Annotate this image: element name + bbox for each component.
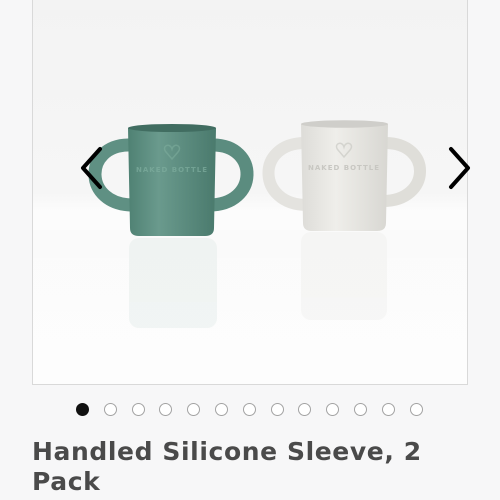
- carousel-dot[interactable]: [187, 403, 201, 416]
- carousel-dot[interactable]: [270, 403, 284, 416]
- carousel-dot[interactable]: [381, 403, 395, 416]
- carousel-dot[interactable]: [76, 403, 89, 416]
- carousel-dot[interactable]: [354, 403, 367, 416]
- chevron-right-icon: [449, 147, 470, 189]
- product-photo: NAKED BOTTLE NAKED BOTTLE: [33, 0, 467, 384]
- product-image-gallery[interactable]: NAKED BOTTLE NAKED BOTTLE: [32, 0, 468, 385]
- carousel-dot[interactable]: [242, 403, 256, 416]
- carousel-next-button[interactable]: [447, 145, 473, 191]
- chevron-left-icon: [81, 147, 102, 189]
- table-reflection: [33, 230, 467, 350]
- carousel-dot[interactable]: [326, 403, 340, 416]
- carousel-dot[interactable]: [103, 403, 117, 416]
- carousel-dot[interactable]: [131, 403, 145, 416]
- carousel-dot[interactable]: [215, 403, 228, 416]
- svg-text:NAKED BOTTLE: NAKED BOTTLE: [136, 166, 208, 174]
- svg-text:NAKED BOTTLE: NAKED BOTTLE: [308, 164, 380, 172]
- carousel-dot[interactable]: [409, 403, 423, 416]
- carousel-prev-button[interactable]: [78, 145, 104, 191]
- carousel-pagination: [0, 403, 500, 419]
- carousel-dot[interactable]: [298, 403, 312, 416]
- product-title: Handled Silicone Sleeve, 2 Pack: [32, 437, 422, 496]
- carousel-dot[interactable]: [159, 403, 173, 416]
